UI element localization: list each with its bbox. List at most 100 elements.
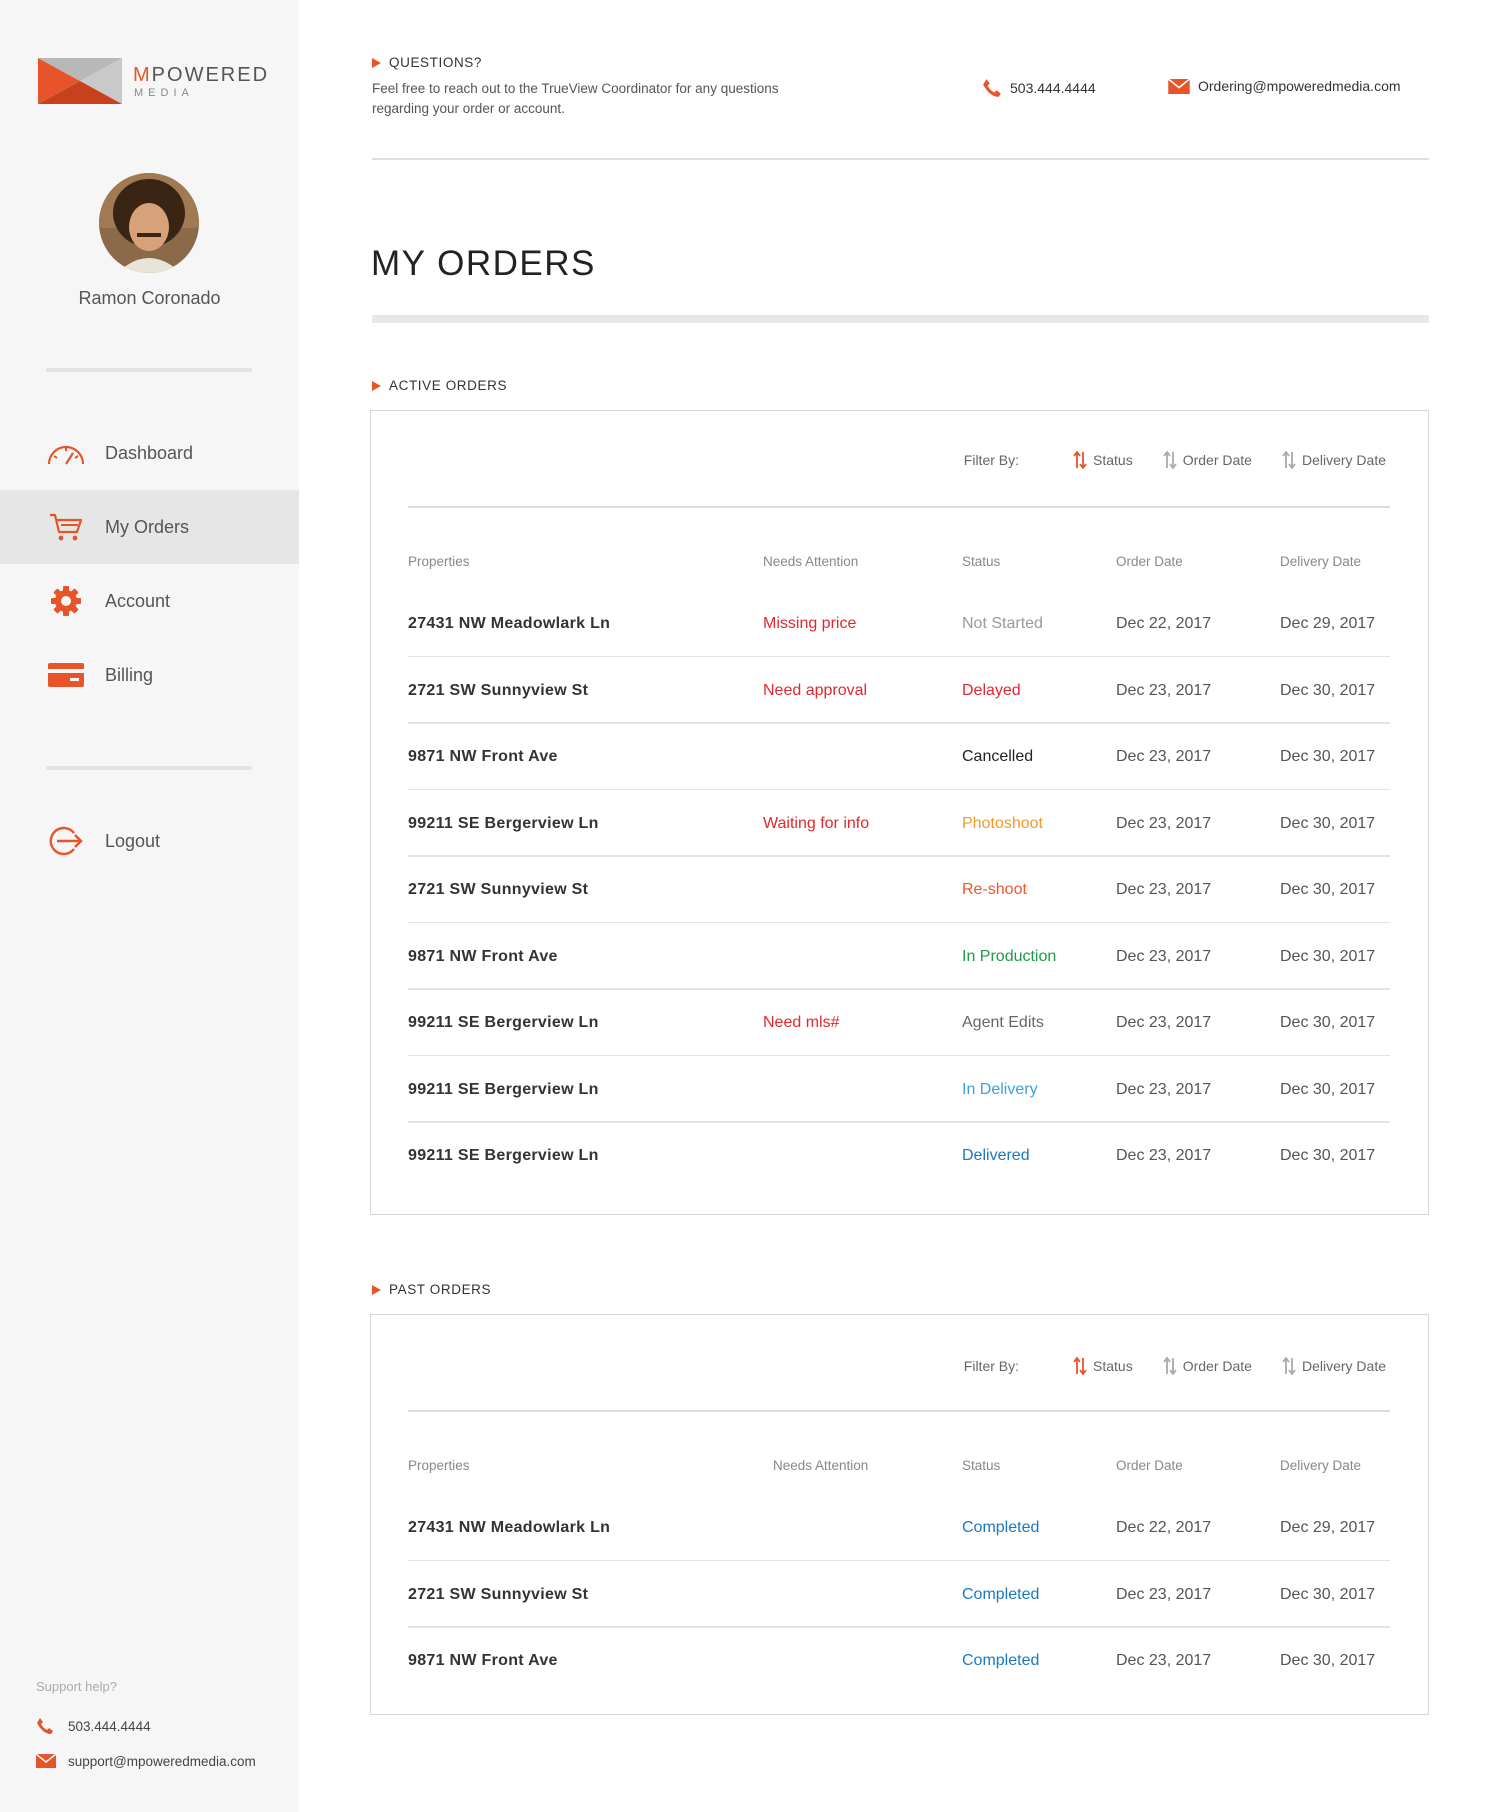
status-badge: Completed [962,1652,1040,1669]
past-orders-title-text: PAST ORDERS [389,1282,492,1297]
filter-order-date[interactable]: Order Date [1162,451,1252,469]
column-header-needs-attention[interactable]: Needs Attention [763,554,858,569]
status-badge: Not Started [962,615,1043,632]
sidebar-item-label: Account [105,590,171,611]
delivery-date: Dec 30, 2017 [1280,814,1376,832]
sidebar-item-dashboard[interactable]: Dashboard [0,416,299,490]
filter-order-date-label: Order Date [1182,452,1252,468]
column-header-properties[interactable]: Properties [408,1458,470,1473]
property-address: 2721 SW Sunnyview St [408,1585,589,1603]
table-row[interactable]: 99211 SE Bergerview Ln In Delivery Dec 23,… [408,1057,1390,1123]
table-row[interactable]: 9871 NW Front Ave Cancelled Dec 23, 2017 De… [408,724,1390,790]
sort-icon [1162,1357,1177,1375]
filter-status-label: Status [1093,1358,1133,1374]
logout-button[interactable]: Logout [0,804,299,878]
logo-mark-icon [38,58,122,104]
sidebar: MPOWERED MEDIA Ramon Coronado Dashboard [0,0,299,1812]
status-badge: Re-shoot [962,881,1027,898]
sidebar-item-label: My Orders [105,516,190,537]
needs-attention: Waiting for info [763,814,870,832]
logout-label: Logout [105,830,161,851]
order-date: Dec 23, 2017 [1116,748,1212,765]
brand-logo[interactable]: MPOWERED MEDIA [38,58,268,104]
column-header-delivery-date[interactable]: Delivery Date [1280,1458,1361,1473]
status-badge: Completed [962,1585,1040,1603]
property-address: 27431 NW Meadowlark Ln [408,1519,611,1536]
support-email-text: support@mpoweredmedia.com [68,1753,256,1769]
property-address: 99211 SE Bergerview Ln [408,1147,599,1164]
active-orders-title-text: ACTIVE ORDERS [389,378,508,393]
table-row[interactable]: 99211 SE Bergerview Ln Need mls# Agent Edi… [408,990,1390,1056]
property-address: 9871 NW Front Ave [408,1652,558,1669]
delivery-date: Dec 30, 2017 [1280,748,1376,765]
filter-status-label: Status [1093,452,1133,468]
brand-name-rest: POWERED [151,64,270,86]
status-badge: Delivered [962,1147,1030,1164]
filter-label: Filter By: [963,452,1020,468]
column-header-delivery-date[interactable]: Delivery Date [1280,554,1361,569]
sidebar-item-account[interactable]: Account [0,564,299,638]
column-header-status[interactable]: Status [962,1458,1000,1473]
active-orders-title: ACTIVE ORDERS [372,378,507,393]
avatar[interactable] [99,173,199,273]
filter-order-date[interactable]: Order Date [1162,1357,1252,1375]
past-orders-panel: Filter By: Status Order Date Delivery Da… [370,1314,1429,1715]
property-address: 99211 SE Bergerview Ln [408,1014,599,1031]
delivery-date: Dec 30, 2017 [1280,947,1376,965]
delivery-date: Dec 30, 2017 [1280,1652,1376,1669]
column-header-order-date[interactable]: Order Date [1116,554,1183,569]
column-header-properties[interactable]: Properties [408,554,470,569]
status-badge: Completed [962,1519,1040,1536]
table-row[interactable]: 27431 NW Meadowlark Ln Missing price Not S… [408,591,1390,657]
logout-icon [44,821,88,861]
order-date: Dec 23, 2017 [1116,1080,1212,1098]
column-header-status[interactable]: Status [962,554,1000,569]
header-email-text: Ordering@mpoweredmedia.com [1198,78,1401,94]
table-row[interactable]: 2721 SW Sunnyview St Completed Dec 23, 201… [408,1562,1390,1628]
status-badge: In Production [962,947,1057,965]
table-row[interactable]: 99211 SE Bergerview Ln Delivered Dec 23, 2… [408,1123,1390,1189]
table-row[interactable]: 2721 SW Sunnyview St Need approval Delayed… [408,658,1390,724]
header-phone[interactable]: 503.444.4444 [982,78,1096,98]
filter-status[interactable]: Status [1073,451,1133,469]
table-row[interactable]: 9871 NW Front Ave In Production Dec 23, 20… [408,924,1390,990]
mail-icon [1168,78,1190,94]
status-badge: Delayed [962,681,1021,699]
column-header-needs-attention[interactable]: Needs Attention [773,1458,868,1473]
order-date: Dec 23, 2017 [1116,1652,1212,1669]
filter-status[interactable]: Status [1073,1357,1133,1375]
sort-icon [1282,451,1296,469]
delivery-date: Dec 29, 2017 [1280,1519,1376,1536]
delivery-date: Dec 29, 2017 [1280,615,1376,632]
order-date: Dec 23, 2017 [1116,681,1212,699]
cart-icon [44,507,88,547]
delivery-date: Dec 30, 2017 [1280,1585,1376,1603]
column-header-order-date[interactable]: Order Date [1116,1458,1183,1473]
active-orders-panel: Filter By: Status Order Date Delivery Da… [370,410,1429,1215]
sidebar-item-my-orders[interactable]: My Orders [0,490,299,564]
status-badge: Photoshoot [962,814,1043,832]
header-email[interactable]: Ordering@mpoweredmedia.com [1168,78,1401,94]
user-photo [99,173,199,273]
filter-delivery-date[interactable]: Delivery Date [1282,451,1386,469]
credit-card-icon [44,655,88,695]
brand-subtitle: MEDIA [134,87,194,99]
mail-icon [36,1752,58,1770]
table-row[interactable]: 27431 NW Meadowlark Ln Completed Dec 22, 2… [408,1495,1390,1561]
filter-delivery-date[interactable]: Delivery Date [1282,1357,1386,1375]
sidebar-divider [46,766,252,770]
brand-name: MPOWERED [133,64,269,87]
table-row[interactable]: 9871 NW Front Ave Completed Dec 23, 2017 De… [408,1628,1390,1694]
support-phone[interactable]: 503.444.4444 [36,1717,151,1735]
table-row[interactable]: 2721 SW Sunnyview St Re-shoot Dec 23, 2017… [408,857,1390,923]
order-date: Dec 22, 2017 [1116,615,1212,632]
sidebar-item-billing[interactable]: Billing [0,638,299,712]
past-orders-title: PAST ORDERS [372,1282,491,1297]
status-badge: Cancelled [962,748,1034,765]
questions-title-text: QUESTIONS? [389,55,483,70]
order-date: Dec 23, 2017 [1116,947,1212,965]
phone-icon [982,78,1002,98]
table-row[interactable]: 99211 SE Bergerview Ln Waiting for info Ph… [408,791,1390,857]
support-email[interactable]: support@mpoweredmedia.com [36,1752,256,1770]
triangle-bullet-icon [372,57,381,68]
